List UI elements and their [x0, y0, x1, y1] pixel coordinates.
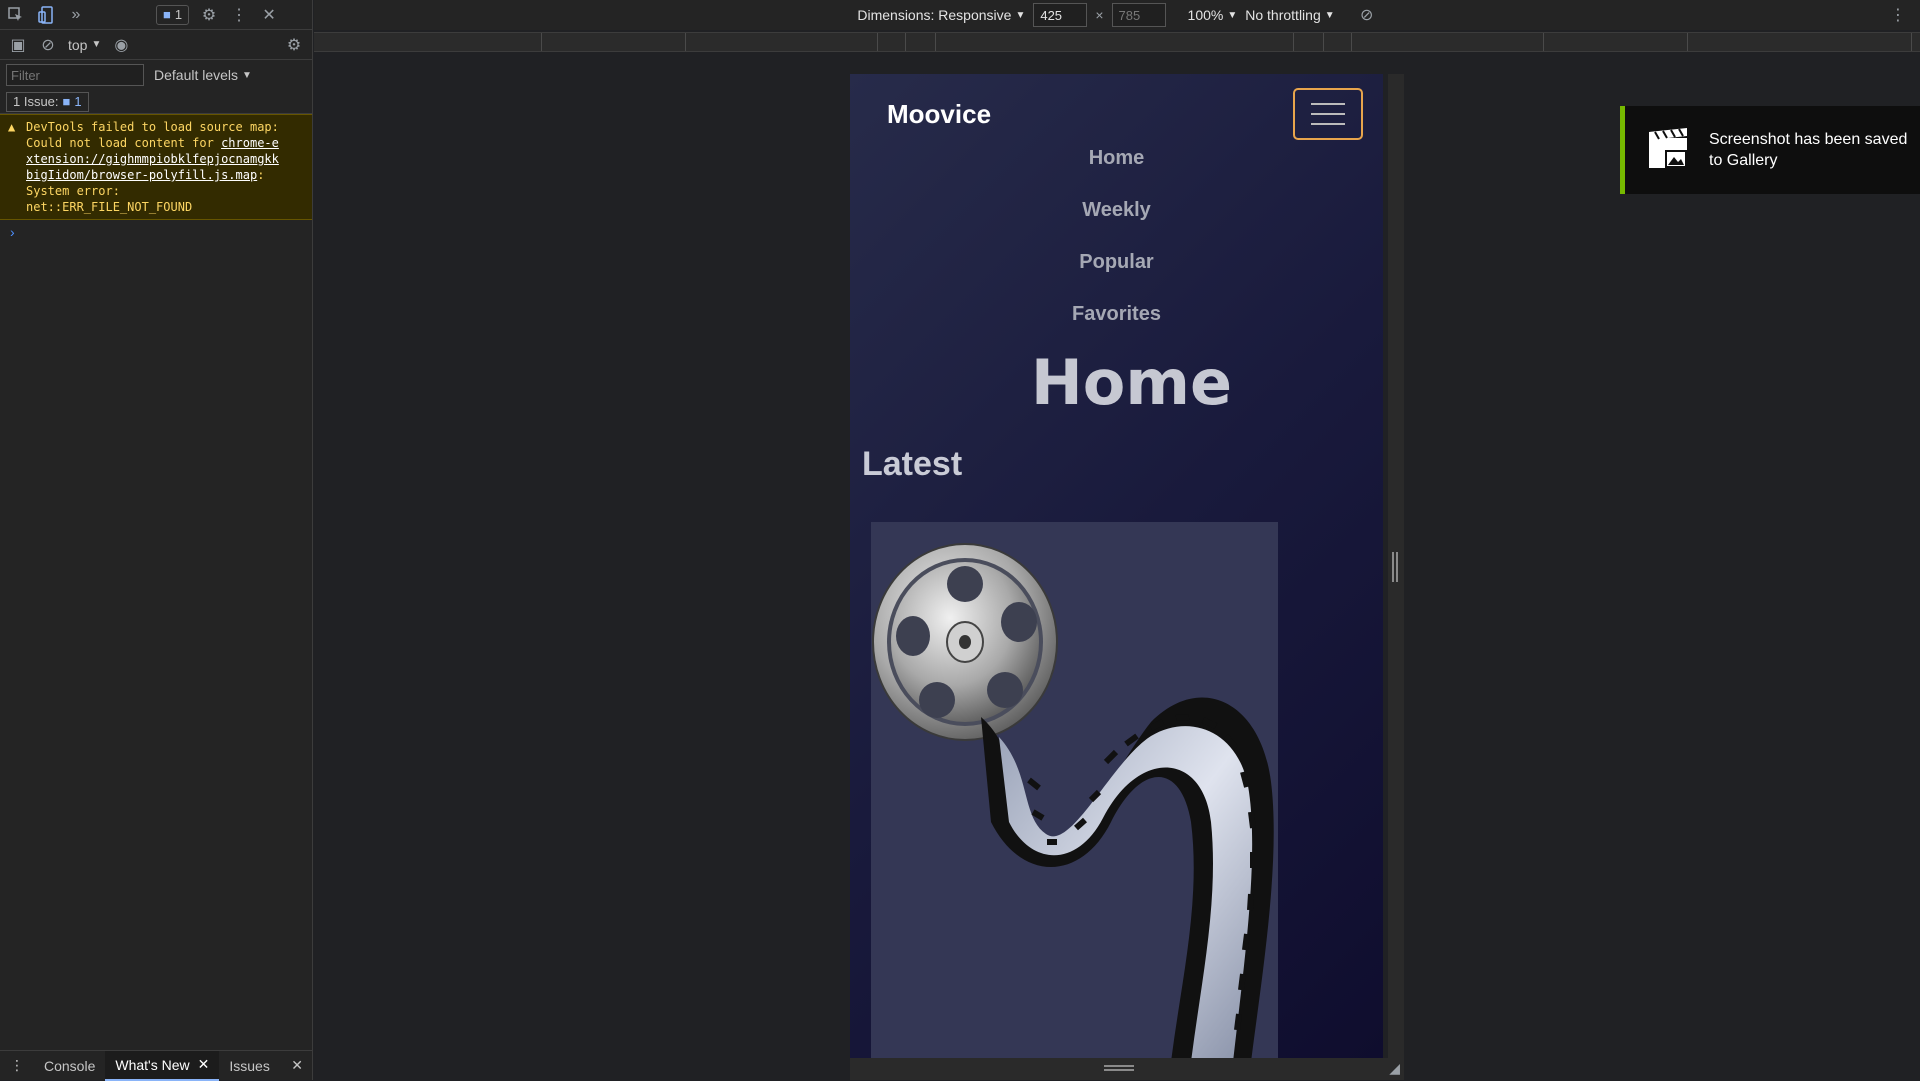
media-segment[interactable] — [878, 33, 906, 51]
film-strip-icon — [981, 697, 1274, 1058]
film-reel-image — [872, 543, 1274, 1058]
site-nav: Home Weekly Popular Favorites — [850, 132, 1383, 340]
device-more-icon[interactable]: ⋮ — [1888, 5, 1908, 25]
issue-icon: ■ — [62, 94, 71, 109]
reel-icon — [872, 543, 1058, 741]
device-viewport: Moovice Home Weekly Popular Favorites Ho… — [850, 74, 1383, 1058]
more-tabs-icon[interactable]: » — [66, 5, 86, 25]
message-icon: ■ — [163, 7, 171, 22]
devtools-toolbar: » ■ 1 ⚙ ⋮ ✕ — [0, 0, 312, 30]
warning-icon: ▲ — [8, 120, 16, 134]
height-input[interactable]: 785 — [1111, 3, 1166, 27]
console-prompt[interactable]: › — [0, 220, 312, 244]
tab-whats-new[interactable]: What's New ✕ — [105, 1050, 220, 1081]
dimensions-select[interactable]: Dimensions: Responsive ▼ — [857, 7, 1025, 23]
chevron-down-icon: ▼ — [1227, 9, 1238, 21]
hamburger-line — [1311, 113, 1345, 115]
media-segment[interactable] — [686, 33, 878, 51]
hamburger-menu-button[interactable] — [1293, 88, 1363, 140]
media-segment[interactable] — [542, 33, 686, 51]
drawer-tabbar: ⋮ Console What's New ✕ Issues ✕ — [0, 1050, 313, 1081]
tab-console[interactable]: Console — [34, 1051, 105, 1081]
screenshot-toast[interactable]: Screenshot has been saved to Gallery — [1620, 106, 1920, 194]
kebab-menu-icon[interactable]: ⋮ — [229, 5, 249, 25]
chevron-down-icon: ▼ — [1324, 9, 1335, 21]
filter-row: Default levels ▼ — [0, 60, 312, 90]
site-brand[interactable]: Moovice — [887, 99, 991, 130]
resize-grip-icon — [1104, 1065, 1134, 1071]
issues-button[interactable]: 1 Issue: ■ 1 — [6, 91, 89, 112]
close-drawer-icon[interactable]: ✕ — [281, 1051, 313, 1081]
device-toggle-icon[interactable] — [36, 5, 56, 25]
page-title: Home — [1030, 346, 1233, 419]
source-map-link-cont[interactable]: xtension://gighmmpiobklfepjocnamgkk — [26, 151, 304, 167]
nav-weekly[interactable]: Weekly — [850, 184, 1383, 236]
bottom-resize-handle[interactable]: ◢ — [850, 1058, 1404, 1080]
right-resize-handle[interactable] — [1388, 74, 1404, 1058]
hamburger-line — [1311, 103, 1345, 105]
tab-issues[interactable]: Issues — [219, 1051, 279, 1081]
source-map-link[interactable]: chrome-e — [221, 136, 279, 150]
drawer-menu-icon[interactable]: ⋮ — [0, 1051, 34, 1081]
width-input[interactable]: 425 — [1033, 3, 1088, 27]
zoom-select[interactable]: 100% ▼ — [1188, 7, 1238, 23]
context-select[interactable]: top ▼ — [68, 37, 101, 53]
media-segment[interactable] — [1688, 33, 1912, 51]
filter-input[interactable] — [6, 64, 144, 86]
log-levels-select[interactable]: Default levels ▼ — [154, 67, 252, 83]
media-segment[interactable] — [936, 33, 1294, 51]
media-segment[interactable] — [314, 33, 542, 51]
gear-icon[interactable]: ⚙ — [199, 5, 219, 25]
media-segment[interactable] — [1294, 33, 1324, 51]
console-settings-gear-icon[interactable]: ⚙ — [284, 35, 304, 55]
rotate-icon[interactable]: ⊘ — [1357, 5, 1377, 25]
movie-card[interactable] — [871, 522, 1278, 1058]
nav-favorites[interactable]: Favorites — [850, 288, 1383, 340]
hamburger-line — [1311, 123, 1345, 125]
media-query-bar — [314, 32, 1920, 52]
close-tab-icon[interactable]: ✕ — [198, 1056, 210, 1073]
throttling-select[interactable]: No throttling ▼ — [1245, 7, 1334, 23]
corner-resize-icon[interactable]: ◢ — [1389, 1060, 1400, 1077]
chevron-down-icon: ▼ — [1015, 9, 1026, 21]
nav-popular[interactable]: Popular — [850, 236, 1383, 288]
sidebar-toggle-icon[interactable]: ▣ — [8, 35, 28, 55]
clear-console-icon[interactable]: ⊘ — [38, 35, 58, 55]
messages-badge[interactable]: ■ 1 — [156, 4, 190, 25]
live-expression-eye-icon[interactable]: ◉ — [111, 35, 131, 55]
devtools-panel: » ■ 1 ⚙ ⋮ ✕ ▣ ⊘ top ▼ ◉ ⚙ Default levels… — [0, 0, 313, 1081]
chevron-down-icon: ▼ — [242, 69, 252, 81]
resize-grip-icon — [1392, 552, 1398, 582]
device-toolbar: Dimensions: Responsive ▼ 425 × 785 100% … — [314, 0, 1920, 30]
console-warning: ▲ DevTools failed to load source map: Co… — [0, 114, 312, 220]
media-segment[interactable] — [1352, 33, 1544, 51]
section-title: Latest — [862, 445, 963, 483]
media-segment[interactable] — [1324, 33, 1352, 51]
inspect-element-icon[interactable] — [6, 5, 26, 25]
source-map-link-end[interactable]: bigIidom/browser-polyfill.js.map — [26, 168, 257, 182]
media-segment[interactable] — [1544, 33, 1688, 51]
issues-row: 1 Issue: ■ 1 — [0, 90, 312, 114]
chevron-down-icon: ▼ — [91, 39, 102, 50]
close-icon[interactable]: ✕ — [259, 5, 279, 25]
console-toolbar: ▣ ⊘ top ▼ ◉ ⚙ — [0, 30, 312, 60]
gallery-clapper-icon — [1649, 128, 1687, 168]
media-segment[interactable] — [906, 33, 936, 51]
toast-message: Screenshot has been saved to Gallery — [1709, 131, 1908, 169]
